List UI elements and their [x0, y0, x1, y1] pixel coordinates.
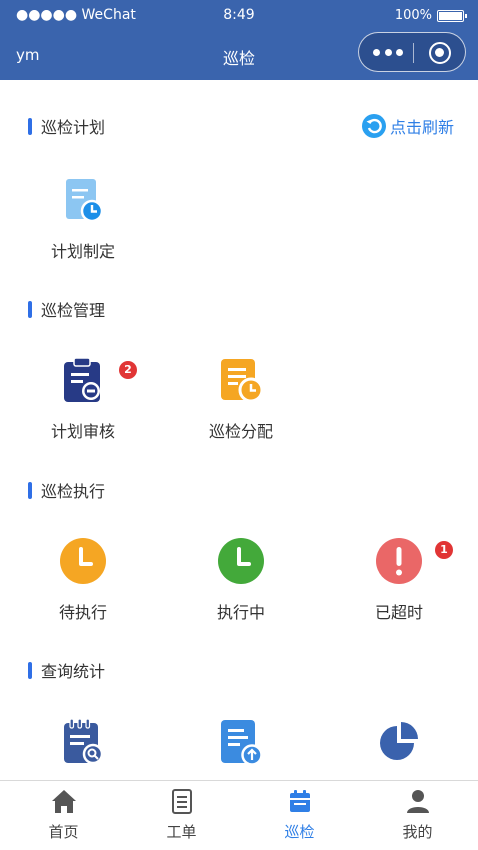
section-title-text: 查询统计 [41, 662, 106, 681]
notification-badge: 2 [119, 361, 137, 379]
grid-item-pending[interactable]: 待执行 [18, 537, 148, 623]
status-bar: ●●●●● WeChat 8:49 100% [0, 0, 478, 32]
section-title-execute: 巡检执行 [28, 480, 106, 501]
assign-doc-clock-icon [217, 356, 265, 404]
tab-mine[interactable]: 我的 [358, 781, 477, 843]
capsule-divider [413, 43, 414, 63]
tab-home[interactable]: 首页 [4, 781, 123, 843]
list-doc-icon [167, 787, 197, 817]
miniprogram-capsule [358, 32, 466, 72]
calendar-icon [285, 787, 315, 817]
grid-item-plan-create[interactable]: 计划制定 [18, 176, 148, 262]
home-icon [49, 787, 79, 817]
grid-item-label: 已超时 [374, 603, 423, 622]
tab-label: 我的 [402, 823, 433, 841]
tab-label: 巡检 [284, 823, 315, 841]
refresh-button[interactable]: 点击刷新 [361, 114, 454, 138]
grid-item-label: 计划审核 [50, 422, 115, 441]
plan-doc-clock-icon [59, 176, 107, 224]
grid-item-assign[interactable]: 巡检分配 [176, 356, 306, 442]
section-title-text: 巡检执行 [41, 482, 106, 501]
tab-inspection[interactable]: 巡检 [240, 781, 359, 843]
grid-item-plan-review[interactable]: 2 计划审核 [18, 356, 148, 442]
section-title-plan: 巡检计划 [28, 116, 106, 137]
section-marker [28, 117, 32, 135]
section-marker [28, 661, 32, 679]
tab-label: 工单 [166, 823, 197, 841]
more-dots-icon[interactable] [373, 49, 403, 57]
battery-percent: 100% [394, 8, 432, 23]
close-target-icon[interactable] [429, 42, 451, 64]
section-title-query: 查询统计 [28, 660, 106, 681]
grid-item-query-upload[interactable] [176, 718, 306, 766]
notification-badge: 1 [435, 541, 453, 559]
section-marker [28, 481, 32, 499]
grid-item-label: 计划制定 [50, 242, 115, 261]
grid-item-query-stats[interactable] [334, 718, 464, 766]
bottom-tab-bar: 首页 工单 巡检 我的 [0, 780, 478, 850]
tab-orders[interactable]: 工单 [122, 781, 241, 843]
exclamation-red-icon [375, 537, 423, 585]
grid-item-label: 待执行 [58, 603, 107, 622]
refresh-icon [361, 114, 386, 138]
grid-item-label: 巡检分配 [208, 422, 273, 441]
nav-bar: ym 巡检 [0, 32, 478, 80]
section-title-text: 巡检计划 [41, 118, 106, 137]
calendar-search-icon [59, 718, 107, 766]
section-marker [28, 300, 32, 318]
battery-icon [437, 10, 467, 22]
grid-item-query-calendar[interactable] [18, 718, 148, 766]
user-icon [403, 787, 433, 817]
doc-upload-icon [217, 718, 265, 766]
clipboard-review-icon [59, 356, 107, 404]
section-title-manage: 巡检管理 [28, 299, 106, 320]
clock-orange-icon [59, 537, 107, 585]
grid-item-overdue[interactable]: 1 已超时 [334, 537, 464, 623]
grid-item-in-progress[interactable]: 执行中 [176, 537, 306, 623]
grid-item-label: 执行中 [216, 603, 265, 622]
clock-green-icon [217, 537, 265, 585]
pie-chart-icon [375, 718, 423, 766]
refresh-label: 点击刷新 [389, 118, 454, 137]
section-title-text: 巡检管理 [41, 301, 106, 320]
tab-label: 首页 [48, 823, 79, 841]
